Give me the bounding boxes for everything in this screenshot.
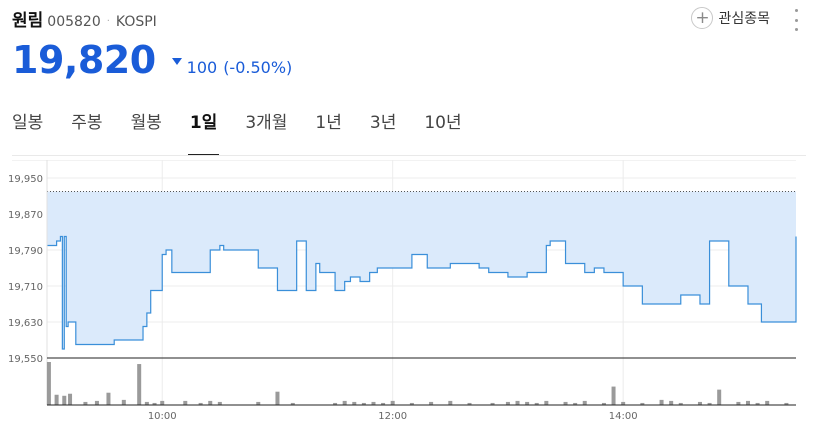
stock-code: 005820 (47, 14, 101, 30)
tab-1[interactable]: 주봉 (71, 110, 102, 156)
volume-bar (106, 392, 111, 405)
volume-bar (659, 399, 664, 405)
more-dot (794, 28, 798, 31)
volume-bar (121, 399, 126, 405)
y-tick-label: 19,710 (8, 282, 43, 293)
y-tick-label: 19,550 (8, 354, 43, 365)
volume-bar (611, 386, 616, 405)
tab-0[interactable]: 일봉 (12, 110, 43, 156)
tab-5[interactable]: 1년 (315, 110, 341, 156)
y-tick-label: 19,790 (8, 246, 43, 257)
more-dot (794, 9, 798, 12)
volume-bar (745, 400, 750, 405)
volume-bar (765, 400, 770, 405)
x-tick-label: 12:00 (378, 411, 407, 422)
volume-bar (54, 394, 59, 405)
x-tick-label: 10:00 (148, 411, 177, 422)
price-change-percent: (-0.50%) (223, 58, 293, 77)
volume-bar (160, 400, 165, 405)
y-tick-label: 19,950 (8, 174, 43, 185)
volume-bar (669, 400, 674, 405)
period-tabs: 일봉 주봉 월봉 1일 3개월 1년 3년 10년 (12, 110, 490, 156)
volume-bar (390, 400, 395, 405)
market-name: KOSPI (115, 14, 157, 30)
volume-bar (46, 362, 51, 405)
down-triangle-icon (171, 58, 182, 65)
volume-bar (183, 400, 188, 405)
tab-7[interactable]: 10년 (424, 110, 461, 156)
volume-bar (544, 400, 549, 405)
price-change: 100 (186, 58, 218, 77)
more-vertical-icon[interactable] (792, 9, 800, 31)
tabs-divider (12, 155, 806, 156)
intraday-price-chart[interactable]: 19,950 19,870 19,790 19,710 19,630 19,550 10:0… (0, 160, 818, 426)
tab-2[interactable]: 월봉 (131, 110, 162, 156)
volume-bar (94, 400, 99, 405)
current-price: 19,820 (12, 38, 156, 82)
tab-6[interactable]: 3년 (370, 110, 396, 156)
volume-bar (515, 400, 520, 405)
volume-bar (68, 393, 73, 405)
add-watchlist-button[interactable]: + 관심종목 (691, 7, 770, 29)
volume-bar (582, 400, 587, 405)
price-area-fill (47, 191, 796, 349)
volume-bar (448, 400, 453, 405)
volume-bar (137, 364, 142, 405)
volume-bar (342, 400, 347, 405)
volume-bar (275, 391, 280, 405)
stock-name: 원림 (12, 11, 44, 31)
separator-dot: · (106, 16, 110, 27)
tab-3[interactable]: 1일 (187, 110, 220, 156)
volume-bar (717, 389, 722, 405)
watchlist-label: 관심종목 (718, 11, 770, 27)
more-dot (794, 18, 798, 22)
tab-4[interactable]: 3개월 (245, 110, 287, 156)
x-tick-label: 14:00 (609, 411, 638, 422)
plus-icon: + (691, 7, 714, 29)
price-row: 19,820 100 (-0.50%) (12, 38, 292, 82)
volume-bar (208, 400, 213, 405)
y-tick-label: 19,630 (8, 318, 43, 329)
stock-header: 원림 005820 · KOSPI (12, 6, 157, 31)
y-tick-label: 19,870 (8, 210, 43, 221)
volume-bar (62, 395, 67, 405)
